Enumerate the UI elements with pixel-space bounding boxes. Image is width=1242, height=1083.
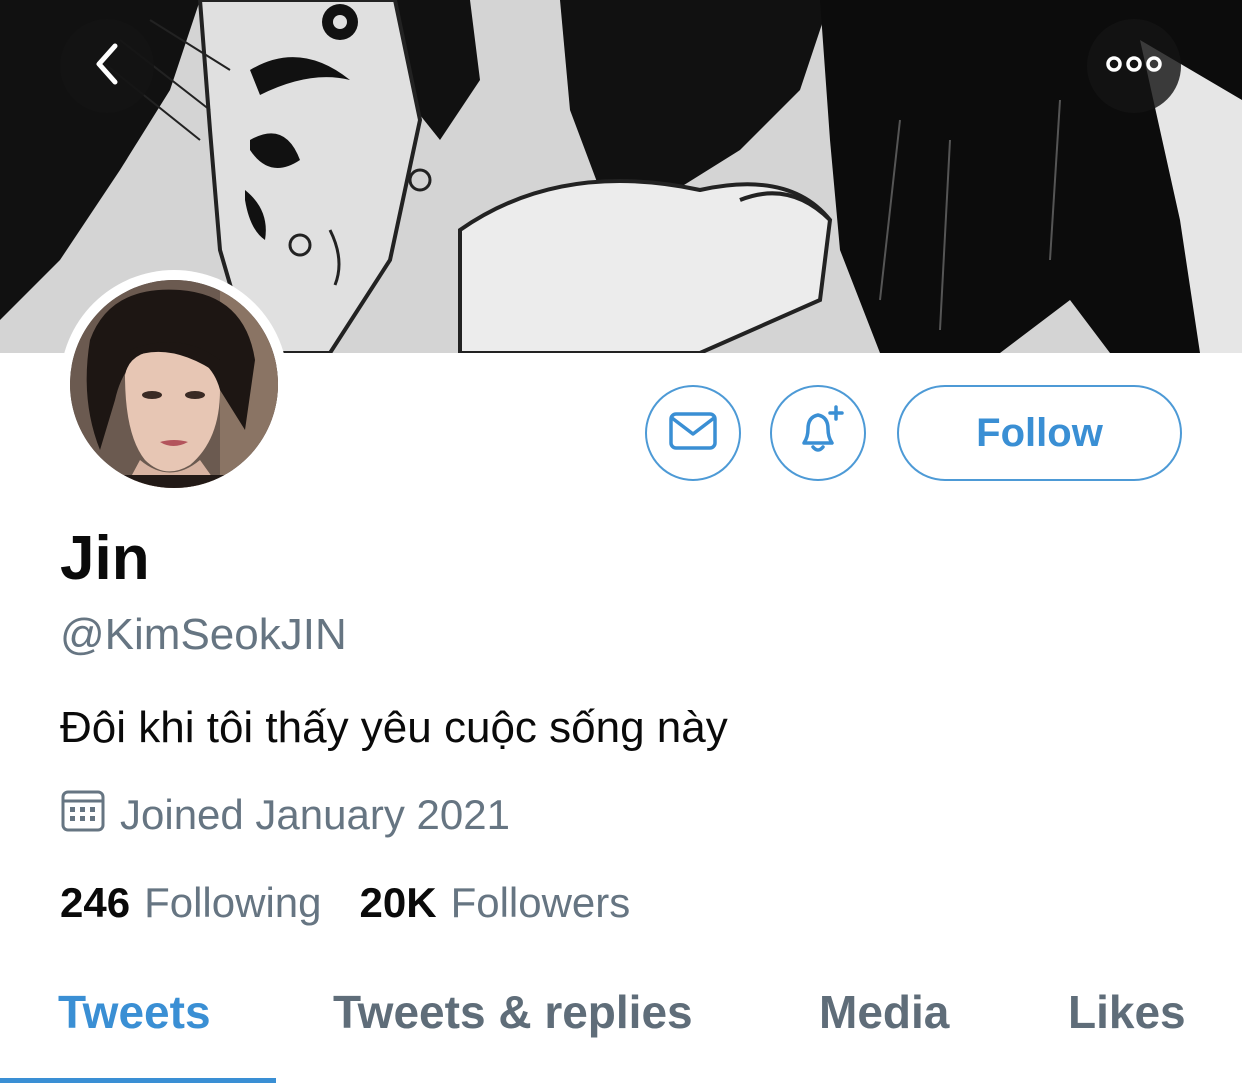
tab-tweets[interactable]: Tweets bbox=[58, 985, 211, 1039]
followers-label: Followers bbox=[450, 879, 631, 926]
profile-bio: Đôi khi tôi thấy yêu cuộc sống này bbox=[60, 703, 728, 752]
envelope-icon bbox=[668, 411, 718, 456]
tab-tweets-replies[interactable]: Tweets & replies bbox=[333, 985, 693, 1039]
followers-stat[interactable]: 20K Followers bbox=[360, 879, 631, 927]
avatar[interactable] bbox=[60, 270, 288, 498]
joined-date: Joined January 2021 bbox=[60, 787, 510, 843]
profile-name: Jin bbox=[60, 524, 150, 593]
profile-photo bbox=[70, 280, 278, 488]
following-label: Following bbox=[144, 879, 322, 926]
joined-text: Joined January 2021 bbox=[120, 791, 510, 838]
tab-media[interactable]: Media bbox=[819, 985, 949, 1039]
tab-likes[interactable]: Likes bbox=[1068, 985, 1186, 1039]
follow-button[interactable]: Follow bbox=[897, 385, 1182, 481]
following-count: 246 bbox=[60, 879, 131, 926]
more-horizontal-icon bbox=[1106, 54, 1162, 79]
active-tab-indicator bbox=[0, 1078, 276, 1083]
profile-tabs: Tweets Tweets & replies Media Likes bbox=[0, 985, 1242, 1083]
chevron-left-icon bbox=[87, 40, 127, 93]
notifications-button[interactable] bbox=[770, 385, 866, 481]
bell-plus-icon bbox=[790, 403, 846, 464]
followers-count: 20K bbox=[359, 879, 437, 926]
calendar-icon bbox=[60, 787, 120, 843]
more-options-button[interactable] bbox=[1087, 19, 1181, 113]
back-button[interactable] bbox=[60, 19, 154, 113]
profile-stats: 246 Following 20K Followers bbox=[60, 879, 668, 927]
following-stat[interactable]: 246 Following bbox=[60, 879, 322, 927]
message-button[interactable] bbox=[645, 385, 741, 481]
profile-handle: @KimSeokJIN bbox=[60, 610, 347, 659]
